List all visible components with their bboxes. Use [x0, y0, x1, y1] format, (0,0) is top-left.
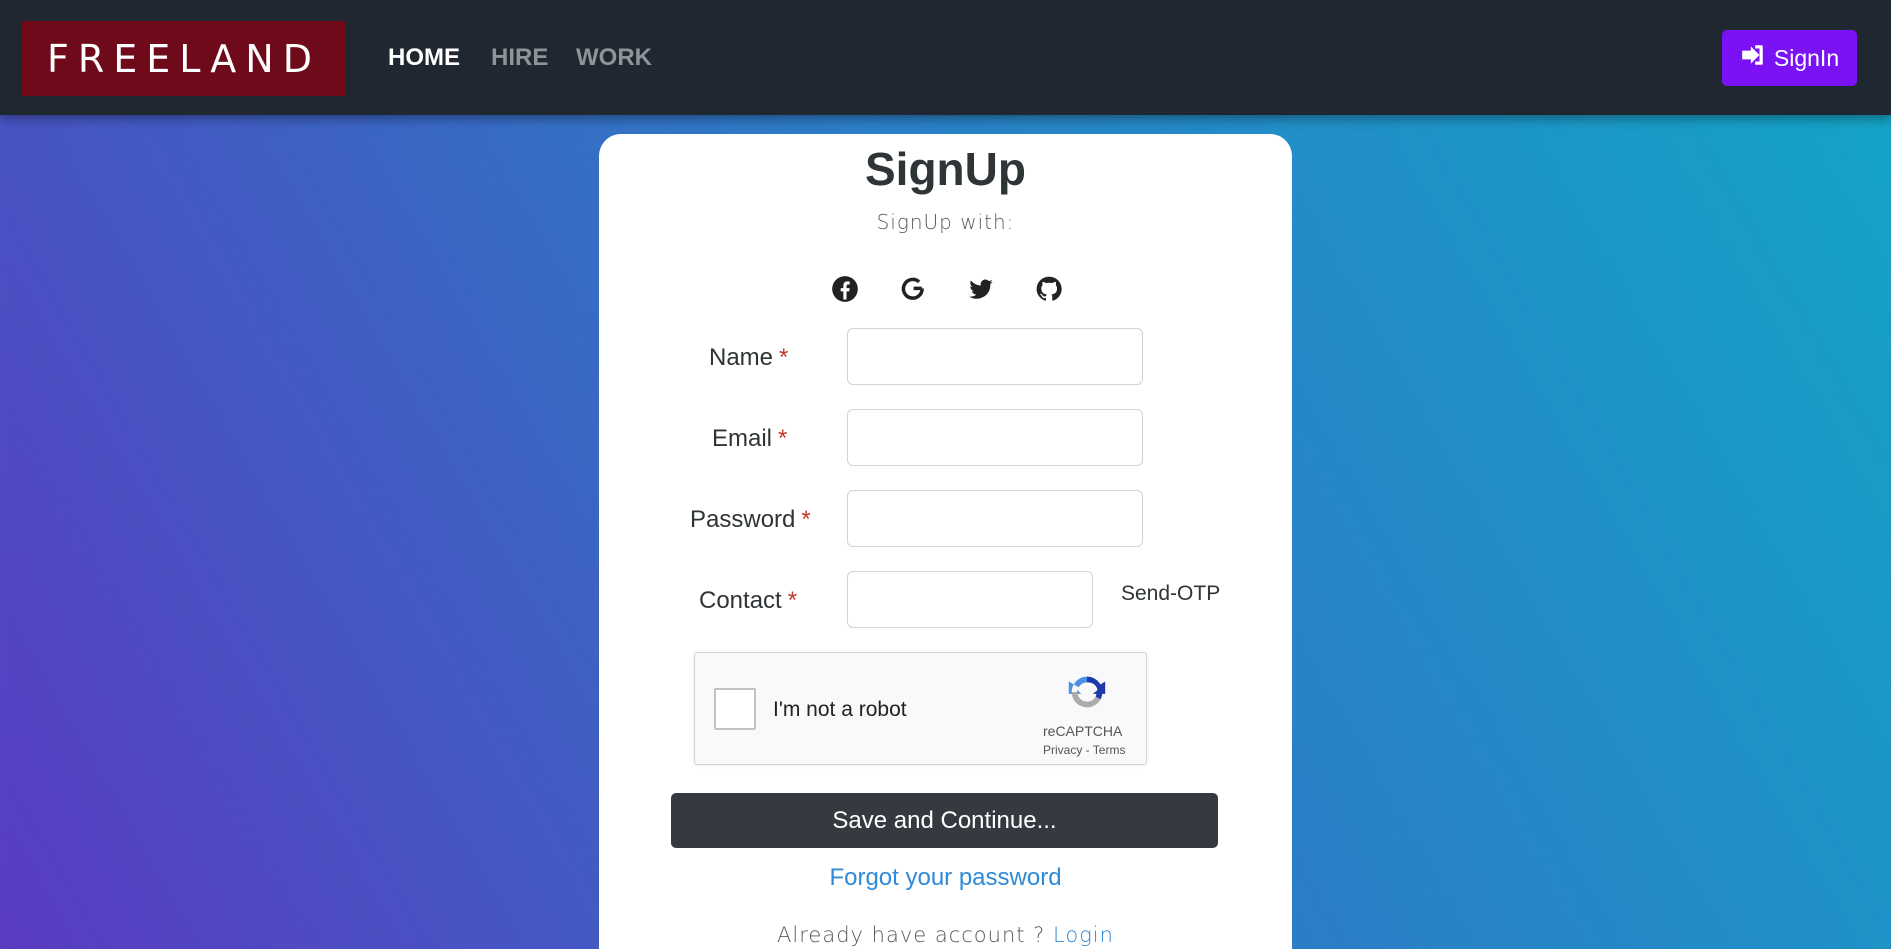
signup-with-label: SignUp with: [876, 210, 1015, 234]
email-field[interactable] [847, 409, 1143, 466]
recaptcha-widget: I'm not a robot reCAPTCHA Privacy - Term… [694, 652, 1147, 765]
contact-label-text: Contact [699, 587, 782, 614]
password-label: Password * [690, 506, 811, 534]
name-label: Name * [709, 344, 788, 372]
required-marker: * [779, 344, 789, 371]
email-label-text: Email [712, 425, 773, 452]
captcha-terms-link[interactable]: Terms [1093, 743, 1126, 757]
page-title: SignUp [865, 143, 1026, 195]
sign-in-icon [1740, 42, 1766, 74]
brand-logo[interactable]: FREELAND [22, 21, 346, 96]
captcha-links-separator: - [1082, 743, 1093, 757]
signin-label: SignIn [1773, 44, 1840, 71]
github-icon[interactable] [1035, 275, 1063, 303]
send-otp-link[interactable]: Send-OTP [1121, 582, 1220, 606]
signin-button[interactable]: SignIn [1722, 30, 1857, 86]
brand-name: FREELAND [46, 36, 321, 81]
captcha-links: Privacy - Terms [1043, 743, 1125, 757]
facebook-icon[interactable] [831, 275, 859, 303]
already-have-account-text: Already have account ? Login [599, 923, 1292, 947]
recaptcha-logo-icon [1064, 669, 1110, 715]
nav-link-work[interactable]: WORK [576, 44, 652, 72]
required-marker: * [787, 587, 798, 614]
top-navbar: FREELAND HOME HIRE WORK SignIn [0, 0, 1891, 115]
email-label: Email * [712, 425, 787, 453]
contact-field[interactable] [847, 571, 1093, 628]
forgot-password-link[interactable]: Forgot your password [599, 864, 1292, 892]
twitter-icon[interactable] [967, 275, 995, 303]
captcha-privacy-link[interactable]: Privacy [1043, 743, 1082, 757]
password-label-text: Password [690, 506, 796, 533]
captcha-label: I'm not a robot [773, 698, 907, 721]
already-have-account-label: Already have account ? [777, 923, 1054, 947]
name-field[interactable] [847, 328, 1143, 385]
required-marker: * [778, 425, 788, 452]
name-label-text: Name [709, 344, 774, 371]
signup-card: SignUp SignUp with: Name * Email * Passwor… [599, 134, 1292, 949]
save-and-continue-button[interactable]: Save and Continue... [671, 793, 1218, 848]
contact-label: Contact * [699, 587, 797, 615]
nav-link-home[interactable]: HOME [388, 44, 460, 72]
required-marker: * [801, 506, 811, 533]
login-link[interactable]: Login [1053, 923, 1114, 947]
password-field[interactable] [847, 490, 1143, 547]
nav-link-hire[interactable]: HIRE [491, 44, 548, 72]
google-icon[interactable] [899, 275, 927, 303]
captcha-brand: reCAPTCHA [1043, 723, 1123, 739]
